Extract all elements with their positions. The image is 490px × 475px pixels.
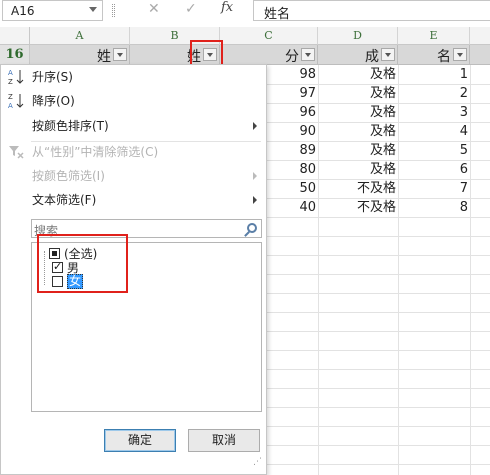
resize-grip-icon[interactable]: ⋰ — [253, 458, 263, 471]
filter-dropdown-button-e[interactable] — [453, 48, 467, 61]
header-cell-d[interactable]: 成 — [318, 45, 398, 65]
cell-rank[interactable]: 4 — [398, 122, 468, 141]
cell-grade[interactable]: 及格 — [318, 141, 396, 160]
insert-function-icon[interactable]: fx — [221, 0, 233, 15]
column-header-more[interactable] — [470, 27, 490, 45]
cell-rank[interactable]: 6 — [398, 160, 468, 179]
cell-rank[interactable]: 2 — [398, 84, 468, 103]
name-box[interactable]: A16 — [2, 0, 103, 21]
grid-line — [470, 65, 471, 475]
column-header-c[interactable]: C — [220, 27, 318, 45]
select-all-corner[interactable] — [0, 27, 30, 45]
menu-sort-ascending-label: 升序(S) — [32, 70, 73, 84]
submenu-arrow-icon — [253, 122, 257, 130]
clear-filter-icon — [7, 143, 25, 161]
grid-line — [266, 426, 490, 427]
header-cell-f[interactable] — [470, 45, 490, 65]
grid-line — [266, 464, 490, 465]
formula-bar-grip[interactable] — [112, 4, 115, 17]
menu-text-filter-label: 文本筛选(F) — [32, 193, 97, 207]
filter-dropdown-button-c[interactable] — [301, 48, 315, 61]
filter-dropdown-button-d[interactable] — [381, 48, 395, 61]
header-cell-d-text: 成 — [365, 49, 379, 65]
highlight-filter-list — [37, 234, 128, 293]
cell-rank[interactable]: 5 — [398, 141, 468, 160]
column-header-e[interactable]: E — [398, 27, 470, 45]
menu-sort-descending-label: 降序(O) — [32, 94, 75, 108]
cell-rank[interactable]: 8 — [398, 198, 468, 217]
formula-bar: A16 ✕ ✓ fx 姓名 — [0, 0, 490, 22]
grid-line — [266, 331, 490, 332]
cell-grade[interactable]: 不及格 — [318, 198, 396, 217]
submenu-arrow-icon — [253, 196, 257, 204]
cell-rank[interactable]: 3 — [398, 103, 468, 122]
chevron-down-icon[interactable] — [89, 7, 97, 12]
menu-sort-descending[interactable]: ZA 降序(O) — [1, 89, 266, 113]
ok-button[interactable]: 确定 — [104, 429, 176, 452]
header-cell-c[interactable]: 分 — [220, 45, 318, 65]
grid-line — [266, 350, 490, 351]
menu-filter-by-color-label: 按颜色筛选(I) — [32, 169, 105, 183]
column-header-a[interactable]: A — [30, 27, 130, 45]
menu-text-filter[interactable]: 文本筛选(F) — [1, 188, 266, 212]
menu-sort-by-color-label: 按颜色排序(T) — [32, 119, 109, 133]
cell-grade[interactable]: 及格 — [318, 84, 396, 103]
menu-sort-by-color[interactable]: 按颜色排序(T) — [1, 114, 266, 138]
grid-line — [266, 274, 490, 275]
grid-line — [266, 445, 490, 446]
grid-line — [266, 369, 490, 370]
svg-text:Z: Z — [8, 78, 13, 86]
grid-line — [266, 407, 490, 408]
header-cell-e-text: 名 — [437, 49, 451, 65]
name-box-value: A16 — [11, 4, 35, 18]
cell-rank[interactable]: 1 — [398, 65, 468, 84]
column-header-d[interactable]: D — [318, 27, 398, 45]
grid-line — [266, 255, 490, 256]
row-header-16[interactable]: 16 — [0, 45, 30, 65]
svg-text:A: A — [8, 102, 13, 110]
svg-text:Z: Z — [8, 93, 13, 101]
menu-clear-filter[interactable]: 从“性别”中清除筛选(C) — [1, 140, 266, 164]
grid-line — [266, 293, 490, 294]
cell-grade[interactable]: 及格 — [318, 103, 396, 122]
grid-line — [266, 217, 490, 218]
menu-sort-ascending[interactable]: AZ 升序(S) — [1, 65, 266, 89]
cell-grade[interactable]: 及格 — [318, 65, 396, 84]
sort-ascending-icon: AZ — [7, 68, 25, 86]
header-cell-a-text: 姓 — [97, 49, 111, 65]
cancel-button[interactable]: 取消 — [188, 429, 260, 452]
menu-filter-by-color[interactable]: 按颜色筛选(I) — [1, 164, 266, 188]
header-cell-c-text: 分 — [285, 49, 299, 65]
grid-line — [266, 236, 490, 237]
cell-grade[interactable]: 不及格 — [318, 179, 396, 198]
filter-dropdown-button-a[interactable] — [113, 48, 127, 61]
submenu-arrow-icon — [253, 172, 257, 180]
cell-grade[interactable]: 及格 — [318, 122, 396, 141]
header-cell-a[interactable]: 姓 — [30, 45, 130, 65]
grid-line — [266, 312, 490, 313]
sort-descending-icon: ZA — [7, 92, 25, 110]
svg-text:A: A — [8, 69, 13, 77]
grid-line — [266, 388, 490, 389]
cell-grade[interactable]: 及格 — [318, 160, 396, 179]
header-cell-e[interactable]: 名 — [398, 45, 470, 65]
menu-clear-filter-label: 从“性别”中清除筛选(C) — [32, 145, 159, 159]
cell-rank[interactable]: 7 — [398, 179, 468, 198]
formula-input[interactable]: 姓名 — [253, 0, 490, 22]
formula-input-value: 姓名 — [264, 7, 291, 22]
confirm-icon[interactable]: ✓ — [185, 1, 197, 17]
search-icon — [247, 223, 257, 233]
cancel-icon[interactable]: ✕ — [148, 1, 160, 17]
